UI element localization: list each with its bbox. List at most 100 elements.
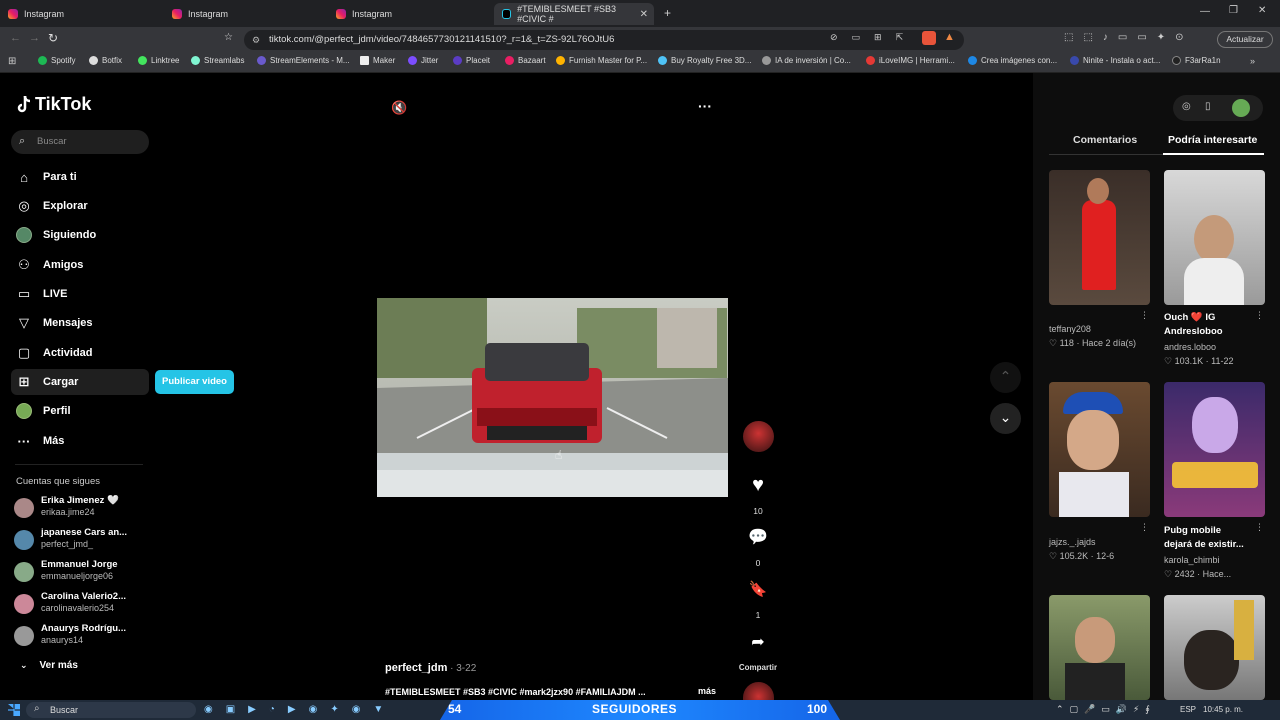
card-when: Hace... <box>1202 569 1232 579</box>
video-thumbnail[interactable] <box>1049 170 1150 305</box>
tab-podria-interesarte[interactable]: Podría interesarte <box>1168 134 1257 146</box>
ninite-icon <box>1070 56 1079 65</box>
bookmark-item[interactable]: Buy Royalty Free 3D... <box>658 56 751 65</box>
back-icon[interactable]: ← <box>10 32 21 44</box>
bookmark-item[interactable]: iLoveIMG | Herrami... <box>866 56 955 65</box>
bookmark-item[interactable]: Placeit <box>453 56 490 65</box>
bookmark-item[interactable]: Spotify <box>38 56 75 65</box>
card-user[interactable]: karola_chimbi <box>1164 555 1220 565</box>
bookmark-item[interactable]: Jitter <box>408 56 438 65</box>
music-disc-icon[interactable] <box>743 682 774 700</box>
card-user[interactable]: jajzs._.jajds <box>1049 537 1096 547</box>
site-info-icon[interactable]: ⚙ <box>252 30 260 50</box>
caption-more-link[interactable]: más <box>698 686 716 696</box>
card-user[interactable]: andres.loboo <box>1164 342 1216 352</box>
following-account[interactable]: Carolina Valerio2... carolinavalerio254 <box>14 590 154 618</box>
search-input[interactable]: ⌕ Buscar <box>11 130 149 154</box>
brave-shield-icon[interactable] <box>922 31 936 45</box>
mute-icon[interactable]: 🔇 <box>391 100 407 116</box>
bookmark-star-icon[interactable]: ☆ <box>224 32 233 43</box>
pinned-apps-icon[interactable]: ◉▣▶◔▶◉✦◉▼ <box>204 704 396 715</box>
following-avatar-icon <box>16 227 32 243</box>
update-button[interactable]: Actualizar <box>1217 31 1273 48</box>
nav-perfil[interactable]: Perfil <box>16 400 71 422</box>
bookmark-item[interactable]: F3arRa1n <box>1172 56 1221 65</box>
author-avatar[interactable] <box>743 421 774 452</box>
video-thumbnail[interactable] <box>1049 595 1150 700</box>
compass-icon[interactable]: ◎ <box>1182 101 1191 112</box>
windows-start-icon[interactable] <box>8 704 20 716</box>
nav-actividad[interactable]: ▢ Actividad <box>16 342 93 364</box>
bookmark-icon[interactable]: 🔖 <box>743 580 773 598</box>
card-title[interactable]: Ouch ❤️ IG Andresloboo <box>1164 311 1244 339</box>
rewards-icon[interactable]: ▲ <box>944 31 958 45</box>
video-thumbnail[interactable] <box>1164 382 1265 517</box>
card-title[interactable]: Pubg mobile dejará de existir... <box>1164 524 1249 552</box>
close-window-icon[interactable]: ✕ <box>1258 5 1266 16</box>
profile-avatar-icon[interactable] <box>1232 99 1250 117</box>
bookmark-item[interactable]: Furnish Master for P... <box>556 56 647 65</box>
like-icon[interactable]: ♥ <box>743 474 773 497</box>
system-tray-icon[interactable]: ⌃▢🎤▭🔊⚡∮ <box>1056 704 1156 715</box>
reload-icon[interactable]: ↻ <box>48 31 58 45</box>
bookmark-item[interactable]: IA de inversión | Co... <box>762 56 851 65</box>
author-link[interactable]: perfect_jdm · 3-22 <box>385 662 476 674</box>
nav-explorar[interactable]: ◎ Explorar <box>16 195 87 217</box>
nav-amigos[interactable]: ⚇ Amigos <box>16 254 83 276</box>
browser-tab[interactable]: Instagram <box>172 3 332 25</box>
taskbar-search[interactable]: ⌕ Buscar <box>26 702 196 718</box>
browser-tab[interactable]: Instagram <box>8 3 168 25</box>
card-more-icon[interactable]: ⋮ <box>1255 310 1264 321</box>
bookmark-item[interactable]: Ninite - Instala o act... <box>1070 56 1160 65</box>
next-video-button[interactable]: ⌄ <box>990 403 1021 434</box>
card-more-icon[interactable]: ⋮ <box>1140 522 1149 533</box>
see-more-button[interactable]: ⌄ Ver más <box>20 660 78 671</box>
nav-mas[interactable]: ··· Más <box>16 430 65 452</box>
tiktok-logo[interactable]: TikTok <box>16 94 91 115</box>
bookmark-item[interactable]: Streamlabs <box>191 56 244 65</box>
following-account[interactable]: Emmanuel Jorge emmanueljorge06 <box>14 558 154 586</box>
video-player[interactable]: ☝ <box>377 298 728 497</box>
previous-video-button[interactable]: ⌃ <box>990 362 1021 393</box>
share-icon[interactable]: ➦ <box>743 632 773 652</box>
nav-live[interactable]: ▭ LIVE <box>16 283 68 305</box>
following-account[interactable]: Erika Jimenez 🤍 erikaa.jime24 <box>14 494 154 522</box>
video-thumbnail[interactable] <box>1164 170 1265 305</box>
minimize-icon[interactable]: — <box>1200 6 1210 17</box>
publish-video-button[interactable]: Publicar video <box>155 370 234 394</box>
more-options-icon[interactable]: ··· <box>698 98 712 114</box>
following-account[interactable]: Anaurys Rodrígu... anaurys14 <box>14 622 154 650</box>
bookmark-item[interactable]: Botfix <box>89 56 122 65</box>
video-thumbnail[interactable] <box>1164 595 1265 700</box>
phone-icon[interactable]: ▯ <box>1205 101 1211 112</box>
maximize-icon[interactable]: ❐ <box>1229 5 1238 16</box>
more-bookmarks-icon[interactable]: » <box>1250 56 1255 66</box>
forward-icon[interactable]: → <box>29 32 40 44</box>
nav-para-ti[interactable]: ⌂ Para ti <box>16 166 77 188</box>
nav-siguiendo[interactable]: Siguiendo <box>16 224 96 246</box>
nav-cargar[interactable]: ⊞ Cargar <box>16 371 79 393</box>
clock[interactable]: 10:45 p. m. <box>1203 705 1243 714</box>
comment-icon[interactable]: 💬 <box>743 527 773 547</box>
bookmark-item[interactable]: Crea imágenes con... <box>968 56 1057 65</box>
mouse-cursor-icon: ☝ <box>555 448 563 462</box>
tab-comentarios[interactable]: Comentarios <box>1073 134 1137 146</box>
bookmark-item[interactable]: StreamElements - M... <box>257 56 350 65</box>
new-tab-icon[interactable]: + <box>664 6 671 20</box>
bookmark-item[interactable]: Maker <box>360 56 395 65</box>
apps-grid-icon[interactable]: ⊞ <box>8 56 16 67</box>
following-account[interactable]: japanese Cars an... perfect_jmd_ <box>14 526 154 554</box>
browser-tab-active[interactable]: #TEMIBLESMEET #SB3 #CIVIC # ✕ <box>494 3 654 25</box>
bookmark-item[interactable]: Bazaart <box>505 56 546 65</box>
video-thumbnail[interactable] <box>1049 382 1150 517</box>
card-more-icon[interactable]: ⋮ <box>1255 522 1264 533</box>
language-indicator[interactable]: ESP <box>1180 705 1196 714</box>
bookmark-item[interactable]: Linktree <box>138 56 179 65</box>
nav-mensajes[interactable]: ▽ Mensajes <box>16 312 93 334</box>
extensions-icon[interactable]: ⬚⬚♪▭▭✦⊙ <box>1064 32 1194 43</box>
card-more-icon[interactable]: ⋮ <box>1140 310 1149 321</box>
card-user[interactable]: teffany208 <box>1049 324 1091 334</box>
close-tab-icon[interactable]: ✕ <box>640 9 648 20</box>
address-bar-actions-icon[interactable]: ⊘▭⊞⇱ <box>830 32 917 43</box>
browser-tab[interactable]: Instagram <box>336 3 496 25</box>
